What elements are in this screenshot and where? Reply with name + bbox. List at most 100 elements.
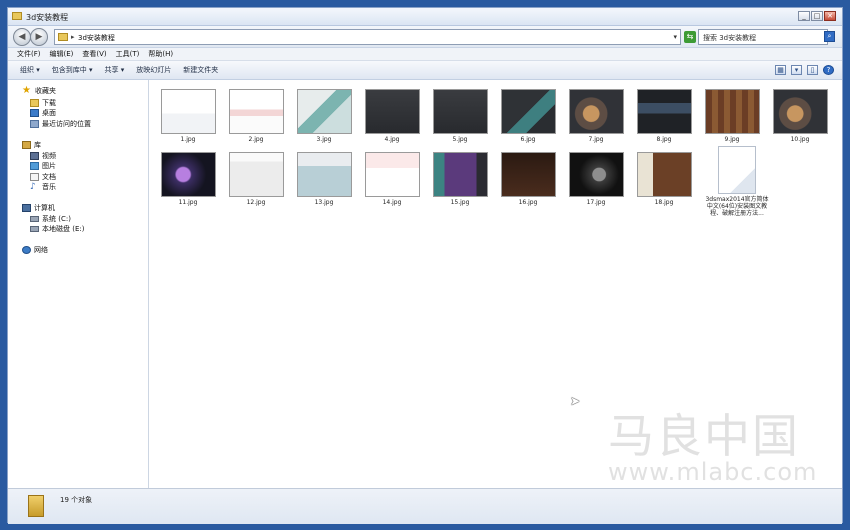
file-item[interactable]: 10.jpg	[772, 89, 828, 143]
nav-libraries[interactable]: 库	[22, 140, 41, 150]
image-thumbnail	[296, 89, 352, 134]
star-icon: ★	[22, 85, 31, 96]
chevron-down-icon[interactable]: ▾	[791, 65, 802, 75]
document-icon	[718, 146, 756, 194]
chevron-down-icon[interactable]: ▾	[673, 33, 677, 41]
slideshow-button[interactable]: 放映幻灯片	[136, 65, 171, 75]
window-title: 3d安装教程	[26, 13, 69, 22]
menu-tools[interactable]: 工具(T)	[116, 49, 140, 59]
folder-icon	[28, 495, 44, 517]
file-name: 3.jpg	[316, 136, 332, 143]
share-button[interactable]: 共享 ▾	[105, 65, 125, 75]
file-item[interactable]: 14.jpg	[364, 152, 420, 206]
nav-label: 桌面	[42, 109, 56, 117]
menu-bar: 文件(F) 编辑(E) 查看(V) 工具(T) 帮助(H)	[8, 48, 842, 61]
image-thumbnail	[160, 152, 216, 197]
image-thumbnail	[500, 152, 556, 197]
search-input[interactable]: 搜索 3d安装教程	[698, 29, 828, 45]
watermark-url: www.mlabc.com	[608, 458, 818, 486]
image-thumbnail	[500, 89, 556, 134]
file-item[interactable]: 2.jpg	[228, 89, 284, 143]
address-field[interactable]: ▸ 3d安装教程 ▾	[54, 29, 681, 45]
file-name: 2.jpg	[248, 136, 264, 143]
view-options-icon[interactable]: ▦	[775, 65, 786, 75]
file-item[interactable]: 5.jpg	[432, 89, 488, 143]
nav-documents[interactable]: 文档	[30, 172, 56, 182]
nav-computer[interactable]: 计算机	[22, 203, 55, 213]
nav-label: 收藏夹	[35, 87, 56, 95]
file-name: 6.jpg	[520, 136, 536, 143]
drive-icon	[30, 226, 39, 232]
file-item[interactable]: 8.jpg	[636, 89, 692, 143]
folder-icon	[58, 33, 68, 41]
file-item[interactable]: 11.jpg	[160, 152, 216, 206]
menu-edit[interactable]: 编辑(E)	[50, 49, 74, 59]
menu-file[interactable]: 文件(F)	[17, 49, 41, 59]
nav-drive-c[interactable]: 系统 (C:)	[30, 214, 71, 224]
nav-pictures[interactable]: 图片	[30, 161, 56, 171]
drive-icon	[30, 216, 39, 222]
nav-recent[interactable]: 最近访问的位置	[30, 119, 91, 129]
mouse-cursor-icon: ➤	[570, 394, 581, 408]
navigation-pane: ★ 收藏夹 下载 桌面 最近访问的位置 库 视频 图片 文档 ♪ 音乐 计算机 …	[8, 80, 149, 488]
breadcrumb-path[interactable]: 3d安装教程	[78, 33, 115, 43]
file-item[interactable]: 12.jpg	[228, 152, 284, 206]
nav-label: 计算机	[34, 204, 55, 212]
image-thumbnail	[160, 89, 216, 134]
image-thumbnail	[636, 89, 692, 134]
back-button[interactable]: ◀	[13, 28, 31, 46]
file-item[interactable]: 13.jpg	[296, 152, 352, 206]
file-name: 8.jpg	[656, 136, 672, 143]
search-icon[interactable]: ⌕	[824, 31, 835, 42]
file-item[interactable]: 18.jpg	[636, 152, 692, 206]
menu-view[interactable]: 查看(V)	[82, 49, 106, 59]
folder-icon	[12, 12, 22, 20]
image-thumbnail	[704, 89, 760, 134]
watermark-logo: 马良中国	[608, 409, 800, 463]
menu-help[interactable]: 帮助(H)	[148, 49, 173, 59]
file-item[interactable]: 3.jpg	[296, 89, 352, 143]
maximize-button[interactable]: □	[811, 11, 823, 21]
title-bar[interactable]: 3d安装教程 _ □ ✕	[8, 8, 842, 26]
address-bar: ◀ ▶ ▸ 3d安装教程 ▾ ⇆ 搜索 3d安装教程 ⌕	[8, 26, 842, 48]
nav-desktop[interactable]: 桌面	[30, 108, 56, 118]
file-name: 4.jpg	[384, 136, 400, 143]
file-name: 17.jpg	[586, 199, 606, 206]
image-thumbnail	[228, 152, 284, 197]
file-item[interactable]: 9.jpg	[704, 89, 760, 143]
include-in-library-button[interactable]: 包含到库中 ▾	[52, 65, 93, 75]
file-item[interactable]: 6.jpg	[500, 89, 556, 143]
close-button[interactable]: ✕	[824, 11, 836, 21]
status-bar: 19 个对象	[8, 488, 842, 524]
music-icon: ♪	[30, 182, 36, 192]
preview-pane-icon[interactable]: ▯	[807, 65, 818, 75]
nav-network[interactable]: 网络	[22, 245, 48, 255]
image-thumbnail	[772, 89, 828, 134]
help-icon[interactable]: ?	[823, 65, 834, 75]
image-thumbnail	[636, 152, 692, 197]
nav-drive-e[interactable]: 本地磁盘 (E:)	[30, 224, 84, 234]
file-item[interactable]: 7.jpg	[568, 89, 624, 143]
file-name: 18.jpg	[654, 199, 674, 206]
file-item[interactable]: 4.jpg	[364, 89, 420, 143]
breadcrumb-separator: ▸	[71, 33, 75, 41]
nav-downloads[interactable]: 下载	[30, 98, 56, 108]
image-thumbnail	[432, 89, 488, 134]
image-thumbnail	[432, 152, 488, 197]
minimize-button[interactable]: _	[798, 11, 810, 21]
nav-videos[interactable]: 视频	[30, 151, 56, 161]
picture-icon	[30, 162, 39, 170]
file-item[interactable]: 15.jpg	[432, 152, 488, 206]
organize-button[interactable]: 组织 ▾	[20, 65, 40, 75]
new-folder-button[interactable]: 新建文件夹	[183, 65, 218, 75]
file-item[interactable]: 16.jpg	[500, 152, 556, 206]
image-thumbnail	[228, 89, 284, 134]
nav-music[interactable]: ♪ 音乐	[30, 182, 56, 192]
refresh-button[interactable]: ⇆	[684, 31, 696, 43]
file-item[interactable]: 3dsmax2014官方简体中文(64位)安装图文教程、破解注册方法...	[704, 146, 770, 217]
file-name: 16.jpg	[518, 199, 538, 206]
nav-favorites[interactable]: ★ 收藏夹	[22, 86, 56, 96]
forward-button[interactable]: ▶	[30, 28, 48, 46]
file-item[interactable]: 1.jpg	[160, 89, 216, 143]
file-item[interactable]: 17.jpg	[568, 152, 624, 206]
